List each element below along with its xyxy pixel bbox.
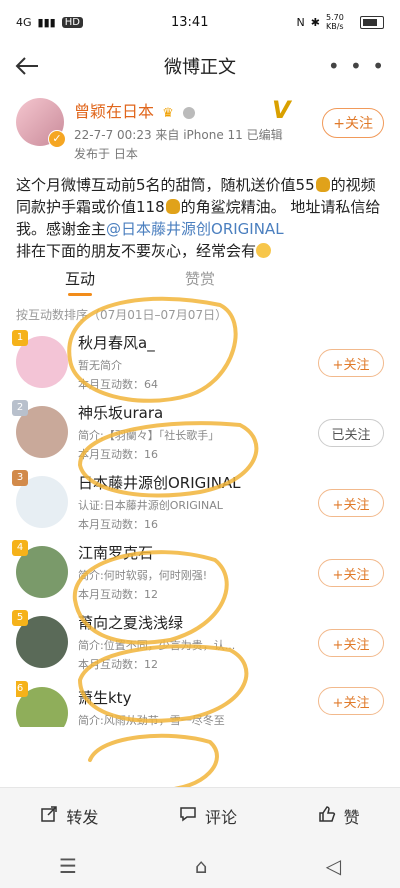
user-avatar[interactable]: 1 xyxy=(12,330,68,388)
author-name[interactable]: 曾颖在日本 xyxy=(74,102,154,121)
page-title: 微博正文 xyxy=(164,57,236,78)
money-bag-icon xyxy=(315,177,330,192)
signal-indicator: 4G xyxy=(16,15,32,29)
tab-interaction[interactable]: 互动 xyxy=(20,268,140,300)
like-label: 赞 xyxy=(343,808,360,827)
comment-label: 评论 xyxy=(204,808,237,827)
tab-appreciation-label: 赞赏 xyxy=(184,270,215,288)
like-icon xyxy=(318,805,336,827)
comment-button[interactable]: 评论 xyxy=(179,804,237,828)
bluetooth-icon: ✱ xyxy=(310,15,320,29)
comment-icon xyxy=(179,805,197,827)
interaction-count: 本月互动数：64 xyxy=(78,378,158,391)
system-nav-bar: ☰ ⌂ ◁ xyxy=(0,844,400,888)
interaction-count: 本月互动数：12 xyxy=(78,658,158,671)
post-text-4: 排在下面的朋友不要灰心，经常会有 xyxy=(16,242,257,260)
follow-user-button[interactable]: +关注 xyxy=(318,489,384,517)
rank-badge: 2 xyxy=(12,400,28,416)
rank-badge: 4 xyxy=(12,540,28,556)
tab-interaction-label: 互动 xyxy=(64,270,95,288)
follow-user-button[interactable]: +关注 xyxy=(318,687,384,715)
back-triangle-icon[interactable]: ◁ xyxy=(326,854,341,878)
nav-bar: 微博正文 • • • xyxy=(0,44,400,88)
user-avatar[interactable]: 4 xyxy=(12,540,68,598)
clock: 13:41 xyxy=(171,14,209,30)
interaction-count: 本月互动数：16 xyxy=(78,518,158,531)
list-item[interactable]: 3 日本藤井源创ORIGINAL 认证:日本藤井源创ORIGINAL 本月互动数… xyxy=(12,467,384,537)
repost-label: 转发 xyxy=(66,808,99,827)
post: ✓ 曾颖在日本 ♛ 22-7-7 00:23 来自 iPhone 11 已编辑 … xyxy=(0,96,400,262)
user-avatar[interactable]: 5 xyxy=(12,610,68,668)
follow-user-button[interactable]: +关注 xyxy=(318,349,384,377)
kiss-emoji-icon xyxy=(256,243,272,258)
interaction-list: 1 秋月春风a_ 暂无简介 本月互动数：64 +关注 2 神乐坂urara 简介… xyxy=(0,327,400,727)
user-bio: 简介:位置不同，少言为贵，认... xyxy=(78,639,236,652)
tab-appreciation[interactable]: 赞赏 xyxy=(140,268,260,300)
status-bar: 4G ▮▮▮ HD 13:41 N ✱ 5.70 KB/s xyxy=(0,0,400,44)
user-bio: 简介:【羽蘭々】「社长歌手」 xyxy=(78,429,220,442)
user-avatar[interactable]: 6 xyxy=(16,681,68,727)
post-location: 发布于 日本 xyxy=(74,147,138,161)
list-item[interactable]: 2 神乐坂urara 简介:【羽蘭々】「社长歌手」 本月互动数：16 已关注 xyxy=(12,397,384,467)
follow-user-button[interactable]: +关注 xyxy=(318,629,384,657)
tab-underline xyxy=(68,293,92,296)
user-bio: 简介:何时软弱，何时刚强! xyxy=(78,569,208,582)
user-bio: 暂无简介 xyxy=(78,359,122,372)
sort-info: 按互动数排序（07月01日–07月07日） xyxy=(16,308,228,322)
interaction-count: 本月互动数：12 xyxy=(78,588,158,601)
scribble-circle xyxy=(88,733,219,792)
post-body: 这个月微博互动前5名的甜筒，随机送价值55 的视频同款护手霜或价值118 的角鲨烷精… xyxy=(16,174,384,262)
follow-button[interactable]: +关注 xyxy=(322,108,384,138)
rank-badge: 6 xyxy=(16,681,28,697)
user-avatar[interactable]: 2 xyxy=(12,400,68,458)
network-speed: 5.70 KB/s xyxy=(325,13,344,31)
rank-badge: 3 xyxy=(12,470,28,486)
repost-icon xyxy=(40,805,58,827)
mention-link[interactable]: @日本藤井源创ORIGINAL xyxy=(106,220,284,238)
author-avatar[interactable]: ✓ xyxy=(16,98,66,148)
list-item[interactable]: 4 江南罗克石 简介:何时软弱，何时刚强! 本月互动数：12 +关注 xyxy=(12,537,384,607)
user-bio: 简介:风雨从劲节，雪一尽冬至 xyxy=(78,714,225,727)
vip-badge-icon: V xyxy=(272,96,291,124)
more-options-icon[interactable]: • • • xyxy=(328,54,386,78)
user-bio: 认证:日本藤井源创ORIGINAL xyxy=(78,499,223,512)
menu-icon[interactable]: ☰ xyxy=(59,854,77,878)
battery-icon xyxy=(359,15,384,29)
verified-icon: ✓ xyxy=(48,130,66,148)
signal-bars-icon: ▮▮▮ xyxy=(37,15,56,29)
medal-icon xyxy=(182,106,195,119)
post-text-1: 这个月微博互动前5名的甜筒，随机送价值55 xyxy=(16,176,315,194)
follow-user-button[interactable]: +关注 xyxy=(318,559,384,587)
bottom-action-bar: 转发 评论 赞 xyxy=(0,787,400,844)
hd-badge: HD xyxy=(61,16,83,28)
rank-badge: 5 xyxy=(12,610,28,626)
money-bag-icon xyxy=(165,199,180,214)
list-item[interactable]: 1 秋月春风a_ 暂无简介 本月互动数：64 +关注 xyxy=(12,327,384,397)
like-button[interactable]: 赞 xyxy=(318,804,360,828)
post-header: ✓ 曾颖在日本 ♛ 22-7-7 00:23 来自 iPhone 11 已编辑 … xyxy=(16,96,384,162)
list-item[interactable]: 6 萧生kty 简介:风雨从劲节，雪一尽冬至 +关注 xyxy=(16,677,384,727)
back-arrow-icon[interactable] xyxy=(10,50,44,82)
user-avatar[interactable]: 3 xyxy=(12,470,68,528)
home-icon[interactable]: ⌂ xyxy=(195,854,208,878)
interaction-count: 本月互动数：16 xyxy=(78,448,158,461)
tab-bar: 互动 赞赏 xyxy=(0,268,400,300)
nfc-icon: N xyxy=(296,15,305,29)
rank-badge: 1 xyxy=(12,330,28,346)
crown-icon: ♛ xyxy=(162,106,174,121)
followed-user-button[interactable]: 已关注 xyxy=(318,419,384,447)
list-item[interactable]: 5 莆向之夏浅浅绿 简介:位置不同，少言为贵，认... 本月互动数：12 +关注 xyxy=(12,607,384,677)
post-date-source: 22-7-7 00:23 来自 iPhone 11 已编辑 xyxy=(74,128,283,142)
repost-button[interactable]: 转发 xyxy=(40,804,98,828)
